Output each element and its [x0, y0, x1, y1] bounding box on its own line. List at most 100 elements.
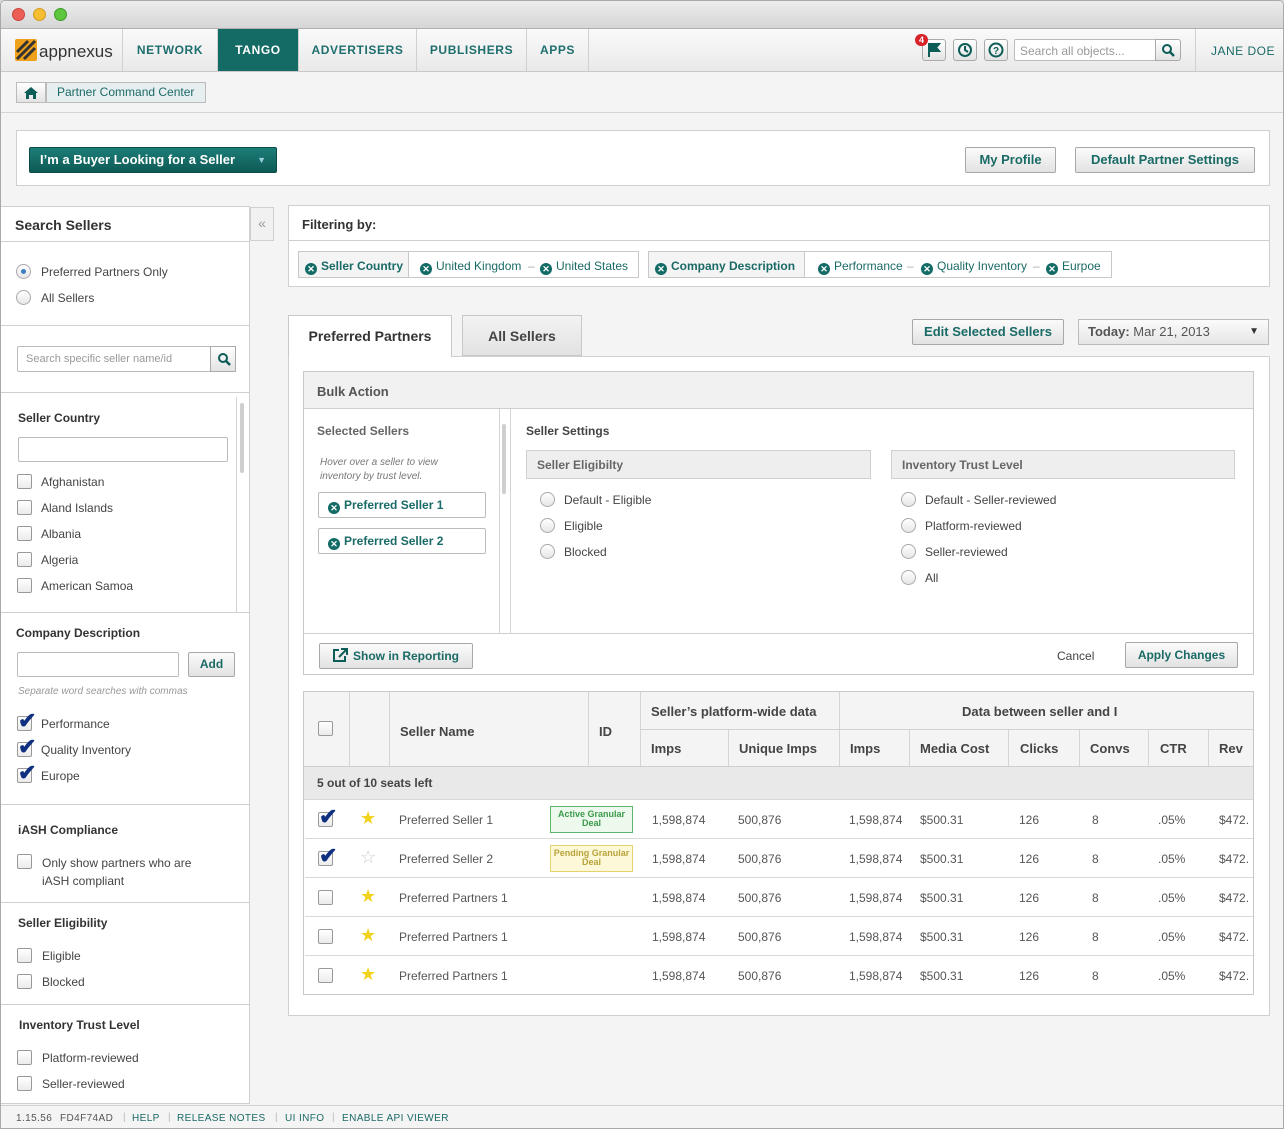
company-description-input[interactable] [17, 652, 179, 677]
filter-group-label[interactable]: ✕ Seller Country [299, 252, 409, 277]
filter-value[interactable]: ✕ Eurpoe [1046, 259, 1101, 275]
user-menu[interactable]: JANE DOE [1211, 44, 1275, 58]
country-checkbox[interactable] [17, 552, 32, 567]
filter-value[interactable]: ✕ United States [540, 259, 628, 275]
remove-seller-icon[interactable]: ✕ [328, 502, 340, 514]
show-in-reporting-button[interactable]: Show in Reporting [319, 643, 473, 669]
star-filled-icon[interactable]: ★ [360, 965, 376, 983]
role-dropdown-button[interactable]: I’m a Buyer Looking for a Seller ▼ [29, 147, 277, 173]
trust-radio[interactable] [901, 518, 916, 533]
row-checkbox[interactable] [318, 843, 337, 869]
country-checkbox[interactable] [17, 474, 32, 489]
seller-name[interactable]: Preferred Partners 1 [399, 969, 508, 983]
seller-search-input[interactable]: Search specific seller name/id [17, 346, 211, 372]
star-empty-icon[interactable]: ☆ [360, 848, 376, 866]
selected-sellers-scrollbar[interactable] [502, 424, 506, 494]
star-filled-icon[interactable]: ★ [360, 887, 376, 905]
seller-search-button[interactable] [210, 346, 236, 372]
home-button[interactable] [16, 82, 46, 103]
nav-publishers[interactable]: PUBLISHERS [416, 29, 526, 71]
collapse-sidebar-button[interactable]: « [250, 207, 274, 241]
row-checkbox[interactable] [318, 968, 333, 983]
table-row[interactable]: ★ Preferred Partners 1 1,598,874 500,876… [305, 955, 1253, 994]
minimize-window-button[interactable] [33, 8, 46, 21]
keyword-checkbox[interactable] [17, 760, 36, 786]
seller-name[interactable]: Preferred Seller 1 [399, 813, 493, 827]
breadcrumb-partner-command-center[interactable]: Partner Command Center [46, 82, 206, 103]
edit-selected-sellers-button[interactable]: Edit Selected Sellers [912, 319, 1064, 345]
close-window-button[interactable] [12, 8, 25, 21]
eligibility-checkbox[interactable] [17, 974, 32, 989]
tab-all-sellers[interactable]: All Sellers [462, 315, 582, 356]
iash-checkbox[interactable] [17, 854, 32, 869]
filter-value[interactable]: ✕ Performance [818, 259, 903, 275]
brand-name[interactable]: appnexus [39, 42, 113, 62]
remove-seller-icon[interactable]: ✕ [328, 538, 340, 550]
select-all-checkbox[interactable] [318, 721, 333, 736]
col-imps[interactable]: Imps [651, 741, 681, 756]
row-checkbox[interactable] [318, 890, 333, 905]
seller-country-filter-input[interactable] [18, 437, 228, 462]
nav-network[interactable]: NETWORK [122, 29, 217, 71]
seller-country-scrollbar[interactable] [240, 403, 244, 473]
table-row[interactable]: ★ Preferred Partners 1 1,598,874 500,876… [305, 877, 1253, 916]
filter-group-label[interactable]: ✕ Company Description [649, 252, 805, 277]
eligibility-radio[interactable] [540, 492, 555, 507]
filter-value[interactable]: ✕ Quality Inventory [921, 259, 1027, 275]
eligibility-radio[interactable] [540, 544, 555, 559]
selected-seller-chip[interactable]: ✕ Preferred Seller 1 [318, 492, 486, 518]
col-convs[interactable]: Convs [1090, 741, 1130, 756]
trust-radio[interactable] [901, 570, 916, 585]
nav-apps[interactable]: APPS [526, 29, 589, 71]
nav-advertisers[interactable]: ADVERTISERS [298, 29, 416, 71]
nav-tango[interactable]: TANGO [217, 29, 298, 71]
seller-name[interactable]: Preferred Seller 2 [399, 852, 493, 866]
remove-filter-icon[interactable]: ✕ [1046, 263, 1058, 275]
col-media-cost[interactable]: Media Cost [920, 741, 989, 756]
col-id[interactable]: ID [599, 724, 612, 739]
default-partner-settings-button[interactable]: Default Partner Settings [1075, 147, 1255, 173]
country-checkbox[interactable] [17, 526, 32, 541]
trust-radio[interactable] [901, 492, 916, 507]
eligibility-radio[interactable] [540, 518, 555, 533]
star-filled-icon[interactable]: ★ [360, 926, 376, 944]
add-keyword-button[interactable]: Add [188, 652, 235, 677]
my-profile-button[interactable]: My Profile [965, 147, 1056, 173]
keyword-checkbox[interactable] [17, 708, 36, 734]
col-rev[interactable]: Rev [1219, 741, 1243, 756]
country-checkbox[interactable] [17, 500, 32, 515]
table-row[interactable]: ★ Preferred Partners 1 1,598,874 500,876… [305, 916, 1253, 955]
col-ctr[interactable]: CTR [1160, 741, 1187, 756]
trust-checkbox[interactable] [17, 1076, 32, 1091]
col-unique-imps[interactable]: Unique Imps [739, 741, 817, 756]
filter-value[interactable]: ✕ United Kingdom [420, 259, 521, 275]
zoom-window-button[interactable] [54, 8, 67, 21]
enable-api-viewer-link[interactable]: ENABLE API VIEWER [342, 1113, 449, 1124]
remove-filter-icon[interactable]: ✕ [655, 263, 667, 275]
cancel-button[interactable]: Cancel [1057, 649, 1094, 663]
trust-checkbox[interactable] [17, 1050, 32, 1065]
seller-name[interactable]: Preferred Partners 1 [399, 891, 508, 905]
selected-seller-chip[interactable]: ✕ Preferred Seller 2 [318, 528, 486, 554]
col-seller-name[interactable]: Seller Name [400, 724, 474, 739]
help-button[interactable]: ? [984, 39, 1008, 61]
history-button[interactable] [953, 39, 977, 61]
row-checkbox[interactable] [318, 929, 333, 944]
remove-filter-icon[interactable]: ✕ [540, 263, 552, 275]
country-checkbox[interactable] [17, 578, 32, 593]
tab-preferred-partners[interactable]: Preferred Partners [288, 315, 452, 357]
date-select[interactable]: Today: Mar 21, 2013 ▼ [1078, 319, 1269, 345]
trust-radio[interactable] [901, 544, 916, 559]
remove-filter-icon[interactable]: ✕ [420, 263, 432, 275]
col-seller-imps[interactable]: Imps [850, 741, 880, 756]
global-search-button[interactable] [1155, 39, 1181, 61]
seller-name[interactable]: Preferred Partners 1 [399, 930, 508, 944]
star-filled-icon[interactable]: ★ [360, 809, 376, 827]
apply-changes-button[interactable]: Apply Changes [1125, 642, 1238, 668]
ui-info-link[interactable]: UI INFO [285, 1113, 324, 1124]
all-sellers-radio[interactable] [16, 290, 31, 305]
table-row[interactable]: ☆ Preferred Seller 2 Pending Granular De… [305, 838, 1253, 877]
remove-filter-icon[interactable]: ✕ [921, 263, 933, 275]
help-link[interactable]: HELP [132, 1113, 160, 1124]
remove-filter-icon[interactable]: ✕ [305, 263, 317, 275]
